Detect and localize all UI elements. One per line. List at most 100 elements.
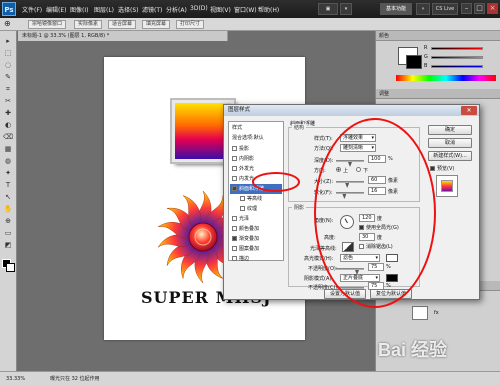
lasso-tool-icon[interactable]: ◌	[3, 61, 13, 70]
dialog-close-icon[interactable]: ✕	[461, 106, 477, 115]
style-preview-swatch	[441, 180, 453, 192]
style-item[interactable]: 描边	[230, 254, 282, 264]
view-extras-button[interactable]: ▣	[318, 3, 338, 15]
style-item-checkbox[interactable]	[232, 216, 237, 221]
color-panel-header[interactable]: 颜色	[376, 31, 500, 41]
zoom-button[interactable]: ▾	[340, 3, 352, 15]
style-item[interactable]: 纹理	[230, 204, 282, 214]
shape-tool-icon[interactable]: ▭	[3, 229, 13, 238]
style-item-label: 外发光	[239, 166, 255, 172]
resize-windows-checkbox[interactable]: 宗哈镜像窗口	[28, 20, 67, 29]
style-item-label: 光泽	[239, 216, 250, 222]
close-icon[interactable]: ×	[487, 3, 498, 14]
style-item-label: 纹理	[247, 206, 258, 212]
dialog-title: 图层样式	[224, 105, 479, 116]
pen-tool-icon[interactable]: ✦	[3, 169, 13, 178]
status-bar: 33.33% 曝光只在 32 位起作用	[0, 371, 500, 385]
quickmask-tool-icon[interactable]: ◩	[3, 241, 13, 250]
style-item-checkbox[interactable]	[240, 196, 245, 201]
eraser-tool-icon[interactable]: ⌫	[3, 133, 13, 142]
style-item-checkbox[interactable]	[240, 206, 245, 211]
style-item-label: 颜色叠加	[239, 226, 260, 232]
menu-item-9[interactable]: 窗口(W)	[234, 5, 257, 14]
move-tool-icon[interactable]: ▸	[3, 37, 13, 46]
menu-item-6[interactable]: 分析(A)	[166, 5, 187, 14]
style-item[interactable]: 图案叠加	[230, 244, 282, 254]
color-tab[interactable]: 颜色	[379, 33, 389, 39]
workspace-arrow-icon[interactable]: »	[416, 3, 430, 15]
preview-checkbox[interactable]	[430, 166, 435, 171]
menu-bar: Ps 文件(F) 编辑(E) 图像(I) 图层(L) 选择(S) 滤镜(T) 分析(A) 3D…	[0, 0, 500, 18]
adjust-panel-header[interactable]: 调整	[376, 89, 500, 99]
style-item-checkbox[interactable]	[232, 256, 237, 261]
style-item-checkbox[interactable]	[232, 176, 237, 181]
menu-item-3[interactable]: 图层(L)	[94, 5, 114, 14]
color-ramp[interactable]	[396, 75, 496, 81]
channel-b-label: B	[424, 63, 428, 69]
menu-item-2[interactable]: 图像(I)	[70, 5, 88, 14]
style-item[interactable]: 等高线	[230, 194, 282, 204]
style-item-checkbox[interactable]	[232, 186, 237, 191]
style-item[interactable]: 渐变叠加	[230, 234, 282, 244]
menu-item-1[interactable]: 编辑(E)	[46, 5, 66, 14]
menu-item-5[interactable]: 滤镜(T)	[142, 5, 162, 14]
type-tool-icon[interactable]: T	[3, 181, 13, 190]
marquee-tool-icon[interactable]: ⬚	[3, 49, 13, 58]
structure-title: 结构	[292, 124, 307, 131]
blend-options-item[interactable]: 混合选项:默认	[230, 133, 282, 143]
style-item[interactable]: 投影	[230, 144, 282, 154]
ok-button[interactable]: 确定	[428, 125, 472, 135]
maximize-icon[interactable]: □	[474, 3, 485, 14]
crop-tool-icon[interactable]: ⌗	[3, 85, 13, 94]
menu-item-7[interactable]: 3D(D)	[190, 5, 208, 12]
path-select-tool-icon[interactable]: ↖	[3, 193, 13, 202]
background-swatch[interactable]	[406, 55, 422, 69]
style-item-checkbox[interactable]	[232, 166, 237, 171]
channel-r-label: R	[424, 45, 428, 51]
workspace-button[interactable]: 基本功能	[380, 3, 412, 15]
new-style-button[interactable]: 新建样式(W)...	[428, 151, 472, 161]
styles-header[interactable]: 样式	[230, 123, 282, 133]
red-slider[interactable]	[431, 47, 483, 50]
menu-item-10[interactable]: 帮助(H)	[258, 5, 279, 14]
slice-tool-icon[interactable]: ✂	[3, 97, 13, 106]
style-item[interactable]: 光泽	[230, 214, 282, 224]
layer-fx-badge[interactable]: fx	[434, 310, 439, 316]
heal-tool-icon[interactable]: ✚	[3, 109, 13, 118]
style-item[interactable]: 颜色叠加	[230, 224, 282, 234]
actual-pixels-button[interactable]: 实际像素	[74, 20, 103, 29]
cancel-button[interactable]: 取消	[428, 138, 472, 148]
tool-background-swatch[interactable]	[6, 263, 15, 272]
hand-tool-icon[interactable]: ✋	[3, 205, 13, 214]
style-item-label: 描边	[239, 256, 250, 262]
layer-thumbnail[interactable]	[412, 306, 428, 320]
blue-slider[interactable]	[431, 65, 483, 68]
adjust-tab[interactable]: 调整	[379, 91, 389, 97]
style-item[interactable]: 内阴影	[230, 154, 282, 164]
zoom-level[interactable]: 33.33%	[6, 372, 25, 385]
fill-screen-button[interactable]: 填充屏幕	[142, 20, 171, 29]
style-item-checkbox[interactable]	[232, 226, 237, 231]
document-tab[interactable]: 未标题-1 @ 33.3% (图层 1, RGB/8) *	[18, 31, 228, 41]
fit-screen-button[interactable]: 适合屏幕	[108, 20, 137, 29]
cs-live-button[interactable]: CS Live	[432, 3, 458, 15]
menu-item-8[interactable]: 视图(V)	[210, 5, 231, 14]
style-item-checkbox[interactable]	[232, 246, 237, 251]
menu-item-4[interactable]: 选择(S)	[118, 5, 139, 14]
annotation-ellipse-settings	[314, 118, 436, 308]
style-label: 样式(T):	[314, 136, 333, 142]
print-size-button[interactable]: 打印尺寸	[176, 20, 205, 29]
menu-item-0[interactable]: 文件(F)	[22, 5, 42, 14]
minimize-icon[interactable]: –	[461, 3, 472, 14]
green-slider[interactable]	[431, 56, 483, 59]
style-item-checkbox[interactable]	[232, 146, 237, 151]
zoom-tool-icon[interactable]: ⊕	[3, 217, 13, 226]
channel-g-label: G	[424, 54, 428, 60]
brush-tool-icon[interactable]: ✎	[3, 73, 13, 82]
style-item-checkbox[interactable]	[232, 156, 237, 161]
options-bar: ⊕ 宗哈镜像窗口 实际像素 适合屏幕 填充屏幕 打印尺寸	[0, 18, 500, 31]
dodge-tool-icon[interactable]: ◐	[3, 121, 13, 130]
blur-tool-icon[interactable]: ◍	[3, 157, 13, 166]
style-item-checkbox[interactable]	[232, 236, 237, 241]
gradient-tool-icon[interactable]: ▦	[3, 145, 13, 154]
